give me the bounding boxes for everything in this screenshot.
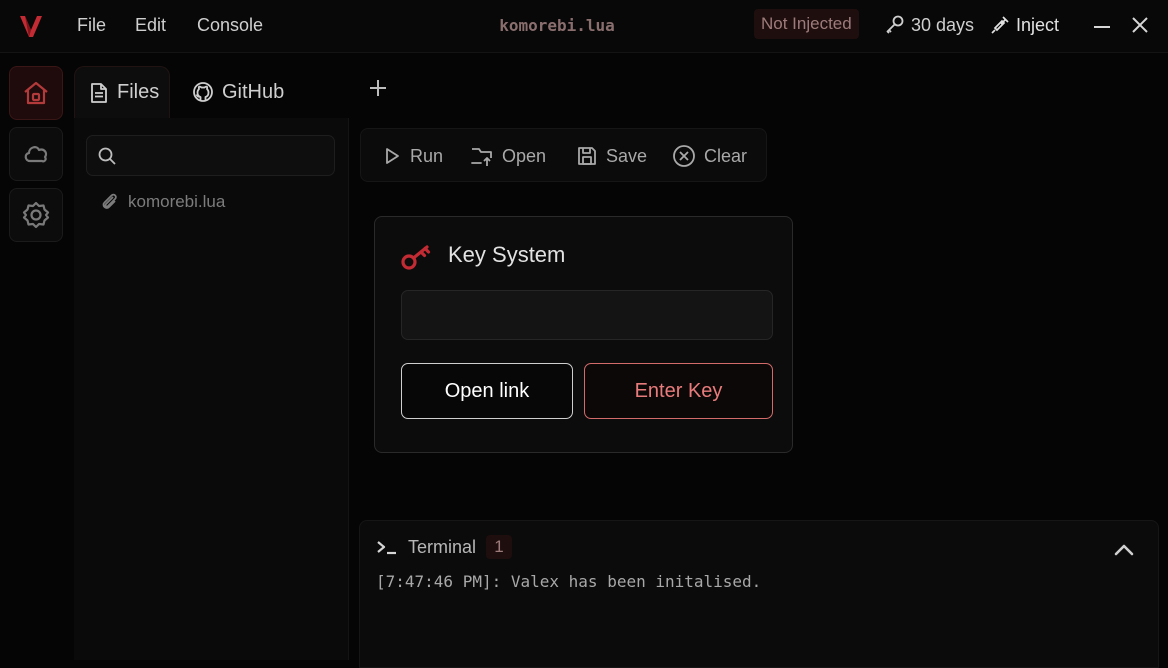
inject-label: Inject bbox=[1016, 14, 1060, 35]
menu-edit[interactable]: Edit bbox=[135, 15, 166, 36]
minimize-button[interactable] bbox=[1091, 14, 1113, 36]
home-button[interactable] bbox=[9, 66, 63, 120]
open-label: Open bbox=[502, 145, 547, 166]
file-search[interactable] bbox=[86, 135, 335, 176]
save-icon bbox=[576, 145, 598, 167]
new-tab-button[interactable] bbox=[366, 76, 390, 100]
terminal-line: [7:47:46 PM]: Valex has been initalised. bbox=[376, 572, 762, 591]
key-days-label: 30 days bbox=[911, 14, 975, 35]
home-icon bbox=[21, 78, 51, 108]
menu-console[interactable]: Console bbox=[197, 15, 263, 36]
file-icon bbox=[89, 82, 109, 104]
status-badge: Not Injected bbox=[754, 9, 859, 39]
key-days-indicator: 30 days bbox=[884, 12, 974, 38]
save-button[interactable]: Save bbox=[576, 144, 647, 168]
file-name: komorebi.lua bbox=[128, 192, 226, 211]
menu-file[interactable]: File bbox=[77, 15, 106, 36]
cloud-button[interactable] bbox=[9, 127, 63, 181]
dialog-title: Key System bbox=[448, 242, 566, 267]
link-icon bbox=[100, 192, 120, 212]
github-icon bbox=[192, 81, 214, 103]
clear-label: Clear bbox=[704, 145, 748, 166]
tab-github[interactable]: GitHub bbox=[178, 66, 298, 118]
run-button[interactable]: Run bbox=[382, 144, 443, 168]
tab-files-label: Files bbox=[117, 81, 160, 103]
chevron-up-icon bbox=[1112, 540, 1136, 560]
tab-github-label: GitHub bbox=[222, 80, 285, 103]
run-label: Run bbox=[410, 145, 444, 166]
terminal-header: Terminal 1 bbox=[376, 535, 513, 559]
key-icon bbox=[400, 242, 434, 272]
file-item[interactable]: komorebi.lua bbox=[100, 190, 225, 214]
syringe-icon bbox=[990, 15, 1010, 35]
close-button[interactable] bbox=[1129, 14, 1151, 36]
clear-icon bbox=[672, 144, 696, 168]
app-logo-icon bbox=[18, 13, 44, 39]
tab-files[interactable]: Files bbox=[74, 66, 170, 118]
key-input[interactable] bbox=[401, 290, 773, 340]
search-icon bbox=[97, 146, 117, 166]
clear-button[interactable]: Clear bbox=[672, 144, 747, 168]
key-icon bbox=[884, 14, 906, 36]
terminal-icon bbox=[376, 538, 398, 556]
terminal-collapse-button[interactable] bbox=[1112, 540, 1136, 560]
terminal-count-badge: 1 bbox=[486, 535, 513, 559]
play-icon bbox=[382, 146, 402, 166]
inject-button[interactable]: Inject bbox=[990, 12, 1059, 38]
save-label: Save bbox=[606, 145, 648, 166]
terminal-title: Terminal bbox=[408, 536, 477, 557]
folder-icon bbox=[470, 145, 494, 167]
gear-icon bbox=[21, 200, 51, 230]
open-button[interactable]: Open bbox=[470, 144, 546, 168]
settings-button[interactable] bbox=[9, 188, 63, 242]
open-link-button[interactable]: Open link bbox=[401, 363, 573, 419]
enter-key-button[interactable]: Enter Key bbox=[584, 363, 773, 419]
cloud-icon bbox=[21, 139, 51, 169]
search-input[interactable] bbox=[123, 140, 332, 173]
